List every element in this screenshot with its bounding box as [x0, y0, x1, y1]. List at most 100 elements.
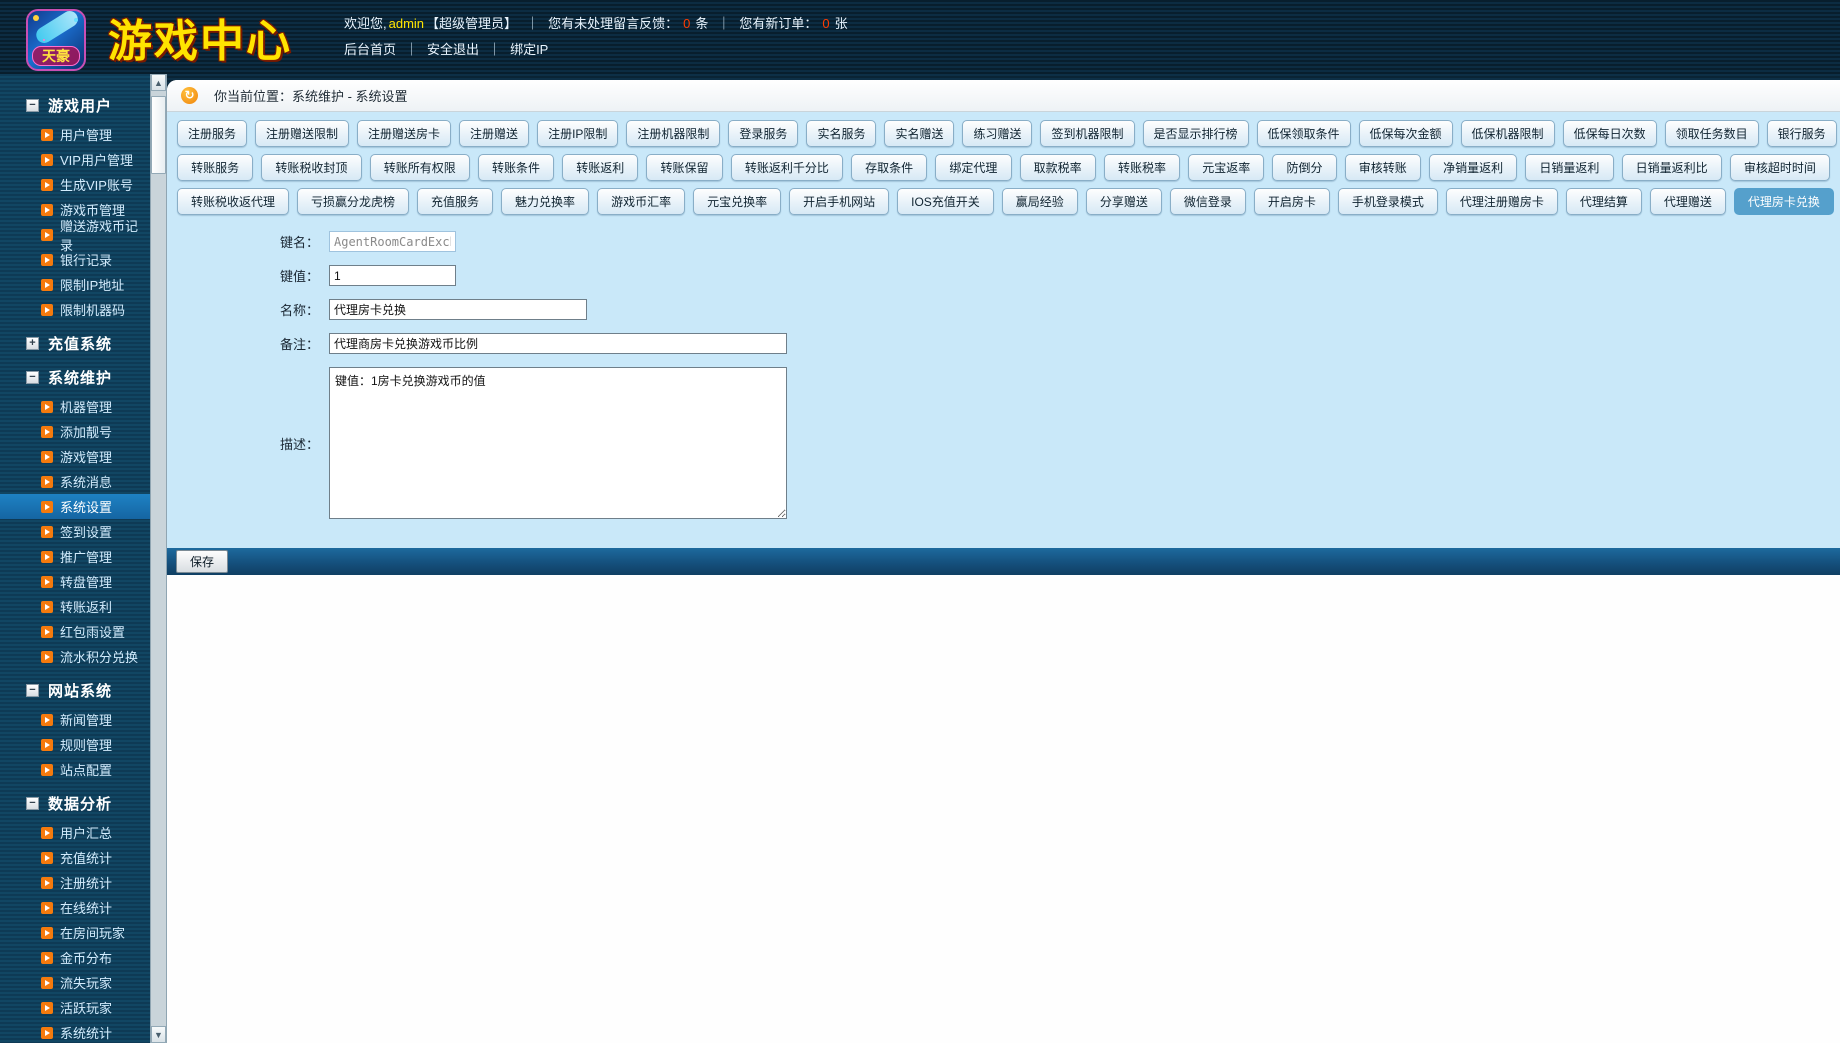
scrollbar-thumb[interactable] — [151, 96, 166, 174]
tab-button[interactable]: 日销量返利比 — [1621, 154, 1722, 181]
minus-icon[interactable]: − — [26, 796, 39, 810]
tab-button[interactable]: 审核超时时间 — [1729, 154, 1831, 181]
tab-button[interactable]: 取款税率 — [1019, 154, 1096, 181]
tab-button[interactable]: 银行服务 — [1766, 120, 1837, 147]
tab-button[interactable]: 代理结算 — [1565, 188, 1642, 215]
tab-button[interactable]: 绑定代理 — [935, 154, 1012, 181]
tab-button[interactable]: 亏损赢分龙虎榜 — [297, 188, 410, 215]
sidebar-item[interactable]: 转盘管理 — [0, 569, 150, 594]
tab-button[interactable]: 开启手机网站 — [789, 188, 890, 215]
key-value-input[interactable] — [329, 265, 456, 286]
tab-button[interactable]: 是否显示排行榜 — [1142, 120, 1249, 147]
tab-button[interactable]: 手机登录模式 — [1337, 188, 1438, 215]
tab-button[interactable]: 低保每次金额 — [1358, 120, 1453, 147]
tab-button[interactable]: 元宝兑换率 — [693, 188, 782, 215]
sidebar-item[interactable]: 推广管理 — [0, 544, 150, 569]
sidebar-section-3[interactable]: − 系统维护 — [0, 364, 150, 390]
tab-button[interactable]: 开启房卡 — [1253, 188, 1330, 215]
sidebar-item[interactable]: 红包雨设置 — [0, 619, 150, 644]
minus-icon[interactable]: − — [26, 370, 39, 384]
sidebar-item[interactable]: VIP用户管理 — [0, 147, 150, 172]
sidebar-section-1[interactable]: − 游戏用户 — [0, 92, 150, 118]
scroll-down-icon[interactable]: ▼ — [151, 1026, 166, 1043]
sidebar-item[interactable]: 规则管理 — [0, 732, 150, 757]
sidebar-item[interactable]: 新闻管理 — [0, 707, 150, 732]
save-button[interactable]: 保存 — [176, 550, 229, 573]
tab-button[interactable]: 微信登录 — [1169, 188, 1246, 215]
sidebar-scrollbar[interactable]: ▲ ▼ — [150, 74, 167, 1043]
sidebar-item[interactable]: 充值统计 — [0, 845, 150, 870]
tab-button[interactable]: 分享赠送 — [1085, 188, 1162, 215]
sidebar-item[interactable]: 流失玩家 — [0, 970, 150, 995]
sidebar-item[interactable]: 机器管理 — [0, 394, 150, 419]
sidebar-item[interactable]: 游戏管理 — [0, 444, 150, 469]
tab-button[interactable]: 转账税率 — [1103, 154, 1181, 181]
tab-button[interactable]: 充值服务 — [417, 188, 494, 215]
sidebar-item[interactable]: 限制机器码 — [0, 297, 150, 322]
tab-button[interactable]: 代理注册赠房卡 — [1445, 188, 1558, 215]
tab-button[interactable]: 净销量返利 — [1428, 154, 1518, 181]
sidebar-item[interactable]: 在线统计 — [0, 895, 150, 920]
sidebar-item[interactable]: 系统统计 — [0, 1020, 150, 1043]
sidebar-item[interactable]: 签到设置 — [0, 519, 150, 544]
tab-button[interactable]: 转账保留 — [646, 154, 723, 181]
tab-button[interactable]: 游戏币汇率 — [597, 188, 686, 215]
tab-button[interactable]: 赢局经验 — [1001, 188, 1078, 215]
header-link-2[interactable]: 安全退出 — [427, 42, 479, 57]
tab-button[interactable]: 注册机器限制 — [626, 120, 721, 147]
tab-button[interactable]: 日销量返利 — [1525, 154, 1614, 181]
sidebar-item[interactable]: 站点配置 — [0, 757, 150, 782]
tab-button[interactable]: 低保机器限制 — [1460, 120, 1555, 147]
tab-button[interactable]: 转账税收返代理 — [177, 188, 290, 215]
plus-icon[interactable]: + — [26, 336, 39, 350]
tab-button[interactable]: 练习赠送 — [962, 120, 1033, 147]
tab-button[interactable]: 代理房卡兑换 — [1733, 188, 1834, 215]
sidebar-item[interactable]: 系统设置 — [0, 494, 150, 519]
tab-button[interactable]: 转账税收封顶 — [261, 154, 362, 181]
sidebar-item[interactable]: 限制IP地址 — [0, 272, 150, 297]
tab-button[interactable]: 防倒分 — [1272, 154, 1337, 181]
tab-button[interactable]: 实名服务 — [806, 120, 877, 147]
minus-icon[interactable]: − — [26, 683, 39, 697]
tab-button[interactable]: 元宝返率 — [1188, 154, 1265, 181]
tab-button[interactable]: 领取任务数目 — [1664, 120, 1759, 147]
tab-button[interactable]: 低保每日次数 — [1562, 120, 1657, 147]
sidebar-item[interactable]: 用户汇总 — [0, 820, 150, 845]
sidebar-section-2[interactable]: + 充值系统 — [0, 330, 150, 356]
sidebar-item[interactable]: 添加靓号 — [0, 419, 150, 444]
minus-icon[interactable]: − — [26, 98, 39, 112]
tab-button[interactable]: 转账条件 — [477, 154, 555, 181]
description-textarea[interactable] — [329, 367, 787, 519]
tab-button[interactable]: 审核转账 — [1344, 154, 1421, 181]
sidebar-item[interactable]: 系统消息 — [0, 469, 150, 494]
tab-button[interactable]: 注册赠送房卡 — [357, 120, 452, 147]
sidebar-item[interactable]: 活跃玩家 — [0, 995, 150, 1020]
sidebar-item[interactable]: 金币分布 — [0, 945, 150, 970]
sidebar-section-4[interactable]: − 网站系统 — [0, 677, 150, 703]
sidebar-item[interactable]: 流水积分兑换 — [0, 644, 150, 669]
tab-button[interactable]: 转账返利 — [562, 154, 639, 181]
tab-button[interactable]: 注册赠送限制 — [255, 120, 350, 147]
sidebar-item[interactable]: 生成VIP账号 — [0, 172, 150, 197]
tab-button[interactable]: 存取条件 — [850, 154, 928, 181]
tab-button[interactable]: 魅力兑换率 — [501, 188, 590, 215]
sidebar-section-5[interactable]: − 数据分析 — [0, 790, 150, 816]
sidebar-item[interactable]: 注册统计 — [0, 870, 150, 895]
scroll-up-icon[interactable]: ▲ — [151, 74, 166, 91]
remark-input[interactable] — [329, 333, 787, 354]
sidebar-item[interactable]: 在房间玩家 — [0, 920, 150, 945]
tab-button[interactable]: 转账服务 — [177, 154, 254, 181]
sidebar-item[interactable]: 用户管理 — [0, 122, 150, 147]
display-name-input[interactable] — [329, 299, 587, 320]
tab-button[interactable]: 登录服务 — [728, 120, 799, 147]
tab-button[interactable]: 签到机器限制 — [1040, 120, 1135, 147]
tab-button[interactable]: IOS充值开关 — [897, 188, 994, 215]
tab-button[interactable]: 注册赠送 — [459, 120, 530, 147]
tab-button[interactable]: 注册服务 — [177, 120, 248, 147]
sidebar-item[interactable]: 赠送游戏币记录 — [0, 219, 150, 253]
tab-button[interactable]: 转账所有权限 — [369, 154, 470, 181]
tab-button[interactable]: 转账返利千分比 — [730, 154, 843, 181]
tab-button[interactable]: 注册IP限制 — [537, 120, 619, 147]
header-link-1[interactable]: 后台首页 — [344, 42, 396, 57]
tab-button[interactable]: 实名赠送 — [884, 120, 955, 147]
